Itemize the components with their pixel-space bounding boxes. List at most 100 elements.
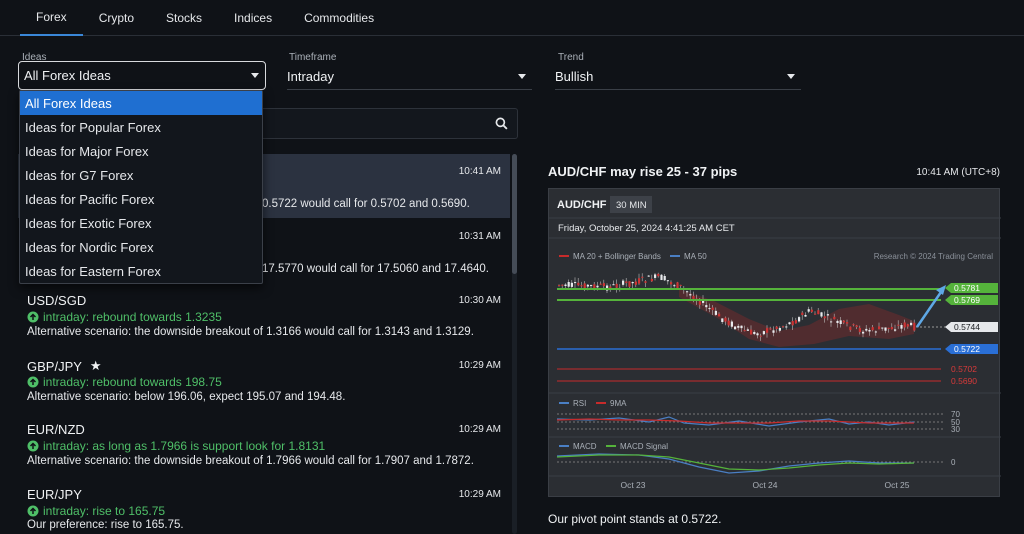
candle-body xyxy=(586,284,589,287)
tab-stocks[interactable]: Stocks xyxy=(150,0,218,36)
candle-body xyxy=(625,281,628,283)
dropdown-option[interactable]: Ideas for Nordic Forex xyxy=(20,235,262,259)
candle-body xyxy=(807,309,810,312)
candle-body xyxy=(730,321,733,327)
ideas-scrollbar[interactable] xyxy=(512,154,517,534)
scroll-thumb[interactable] xyxy=(512,154,517,274)
level-label: 0.5690 xyxy=(951,376,977,386)
idea-alternative: 0.5722 would call for 0.5702 and 0.5690. xyxy=(262,198,470,210)
tab-crypto[interactable]: Crypto xyxy=(83,0,150,36)
dropdown-option[interactable]: Ideas for Pacific Forex xyxy=(20,187,262,211)
idea-symbol: USD/SGD xyxy=(27,293,87,308)
list-item[interactable]: USD/SGD 10:30 AM intraday: rebound towar… xyxy=(18,282,510,346)
candle-body xyxy=(570,282,573,287)
candle-body xyxy=(666,280,669,282)
chart-canvas: AUD/CHF 30 MIN Friday, October 25, 2024 … xyxy=(549,196,1001,490)
candle-body xyxy=(676,282,679,289)
candle-body xyxy=(814,313,817,315)
arrow-up-circle-icon xyxy=(27,311,39,323)
trend-select-value: Bullish xyxy=(555,69,594,84)
timeframe-filter-label: Timeframe xyxy=(289,52,337,63)
candle-body xyxy=(794,320,797,324)
candle-body xyxy=(881,327,884,329)
candle-body xyxy=(590,285,593,287)
candle-body xyxy=(769,328,772,330)
list-item[interactable]: GBP/JPY ★ 10:29 AM intraday: rebound towa… xyxy=(18,346,510,410)
candle-body xyxy=(874,331,877,333)
ideas-dropdown-menu: All Forex Ideas Ideas for Popular Forex … xyxy=(19,90,263,284)
list-item[interactable]: EUR/JPY 10:29 AM intraday: rise to 165.7… xyxy=(18,474,510,534)
trend-select[interactable]: Bullish xyxy=(555,64,801,90)
idea-time: 10:30 AM xyxy=(458,295,501,306)
x-tick: Oct 24 xyxy=(752,480,777,490)
dropdown-option[interactable]: Ideas for Eastern Forex xyxy=(20,259,262,283)
candle-body xyxy=(788,322,791,325)
candle-body xyxy=(705,305,708,308)
candle-body xyxy=(631,282,634,284)
candle-body xyxy=(756,333,759,336)
candle-body xyxy=(657,273,660,277)
dropdown-option[interactable]: All Forex Ideas xyxy=(20,91,262,115)
idea-time: 10:31 AM xyxy=(458,231,501,242)
search-icon[interactable] xyxy=(495,117,508,130)
idea-time: 10:29 AM xyxy=(458,360,501,371)
ma20-legend: MA 20 + Bollinger Bands xyxy=(573,252,661,261)
candle-body xyxy=(865,328,868,331)
dropdown-option[interactable]: Ideas for Major Forex xyxy=(20,139,262,163)
idea-symbol: EUR/JPY xyxy=(27,487,82,502)
candle-body xyxy=(602,283,605,287)
candle-body xyxy=(852,324,855,326)
macd-legend: MACD xyxy=(573,442,597,451)
candle-body xyxy=(634,281,637,285)
candle-body xyxy=(708,308,711,310)
candle-body xyxy=(727,320,730,326)
candle-body xyxy=(858,327,861,332)
dropdown-option[interactable]: Ideas for G7 Forex xyxy=(20,163,262,187)
candle-body xyxy=(641,276,644,278)
idea-detail-time: 10:41 AM (UTC+8) xyxy=(916,167,1000,178)
tab-commodities[interactable]: Commodities xyxy=(288,0,390,36)
candle-body xyxy=(842,320,845,323)
candle-body xyxy=(622,280,625,285)
candle-body xyxy=(884,327,887,331)
candle-body xyxy=(564,284,567,286)
arrow-up-circle-icon xyxy=(27,376,39,388)
candle-body xyxy=(615,283,618,288)
dropdown-option[interactable]: Ideas for Popular Forex xyxy=(20,115,262,139)
candle-body xyxy=(663,275,666,281)
timeframe-select[interactable]: Intraday xyxy=(287,64,532,90)
candle-body xyxy=(718,313,721,317)
list-item[interactable]: EUR/NZD 10:29 AM intraday: as long as 1.… xyxy=(18,410,510,474)
rsi-tick: 30 xyxy=(951,425,960,434)
candle-body xyxy=(775,326,778,330)
idea-time: 10:41 AM xyxy=(458,166,501,177)
candle-body xyxy=(689,294,692,296)
dropdown-option[interactable]: Ideas for Exotic Forex xyxy=(20,211,262,235)
candle-body xyxy=(910,322,913,326)
candle-body xyxy=(826,314,829,316)
candle-body xyxy=(804,314,807,317)
candle-body xyxy=(913,322,916,331)
ideas-select[interactable]: All Forex Ideas xyxy=(18,61,266,90)
candle-body xyxy=(673,285,676,287)
candle-body xyxy=(785,326,788,328)
tab-indices[interactable]: Indices xyxy=(218,0,288,36)
pivot-text: Our pivot point stands at 0.5722. xyxy=(548,512,722,526)
candle-body xyxy=(833,316,836,320)
candle-body xyxy=(906,324,909,327)
idea-alternative: 17.5770 would call for 17.5060 and 17.46… xyxy=(262,263,489,275)
candle-body xyxy=(855,325,858,328)
idea-alternative: Alternative scenario: below 196.06, expe… xyxy=(27,391,346,403)
candle-body xyxy=(599,283,602,285)
bollinger-band xyxy=(679,289,914,347)
ideas-select-value: All Forex Ideas xyxy=(24,68,111,83)
search-input[interactable] xyxy=(262,108,518,139)
candle-body xyxy=(772,330,775,333)
candle-body xyxy=(698,301,701,305)
tab-forex[interactable]: Forex xyxy=(20,0,83,36)
candle-body xyxy=(862,331,865,334)
idea-signal: intraday: rebound towards 1.3235 xyxy=(27,310,222,324)
star-icon[interactable]: ★ xyxy=(90,358,102,374)
candle-body xyxy=(724,317,727,322)
candle-body xyxy=(791,320,794,326)
